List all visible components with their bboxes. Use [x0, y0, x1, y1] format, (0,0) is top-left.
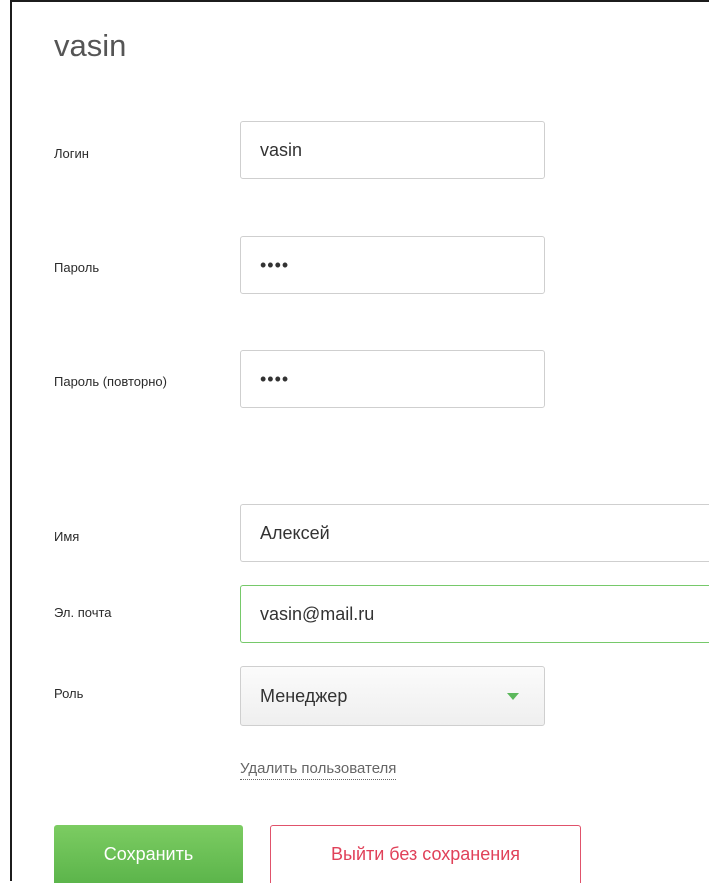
login-label: Логин	[54, 146, 89, 161]
email-input[interactable]	[240, 585, 709, 643]
exit-without-saving-button[interactable]: Выйти без сохранения	[270, 825, 581, 883]
password-input[interactable]	[240, 236, 545, 294]
login-input[interactable]	[240, 121, 545, 179]
role-select[interactable]: Менеджер	[240, 666, 545, 726]
password-repeat-label: Пароль (повторно)	[54, 374, 167, 389]
email-label: Эл. почта	[54, 605, 112, 620]
password-label: Пароль	[54, 260, 100, 275]
delete-user-link[interactable]: Удалить пользователя	[240, 760, 397, 780]
name-input[interactable]	[240, 504, 709, 562]
chevron-down-icon	[507, 692, 519, 700]
name-label: Имя	[54, 529, 80, 544]
save-button[interactable]: Сохранить	[54, 825, 243, 883]
password-repeat-input[interactable]	[240, 350, 545, 408]
page-title: vasin	[54, 28, 127, 63]
user-edit-panel: vasin Логин Пароль Пароль (повторно) Имя…	[10, 0, 709, 883]
role-select-value: Менеджер	[260, 685, 348, 706]
role-label: Роль	[54, 686, 84, 701]
